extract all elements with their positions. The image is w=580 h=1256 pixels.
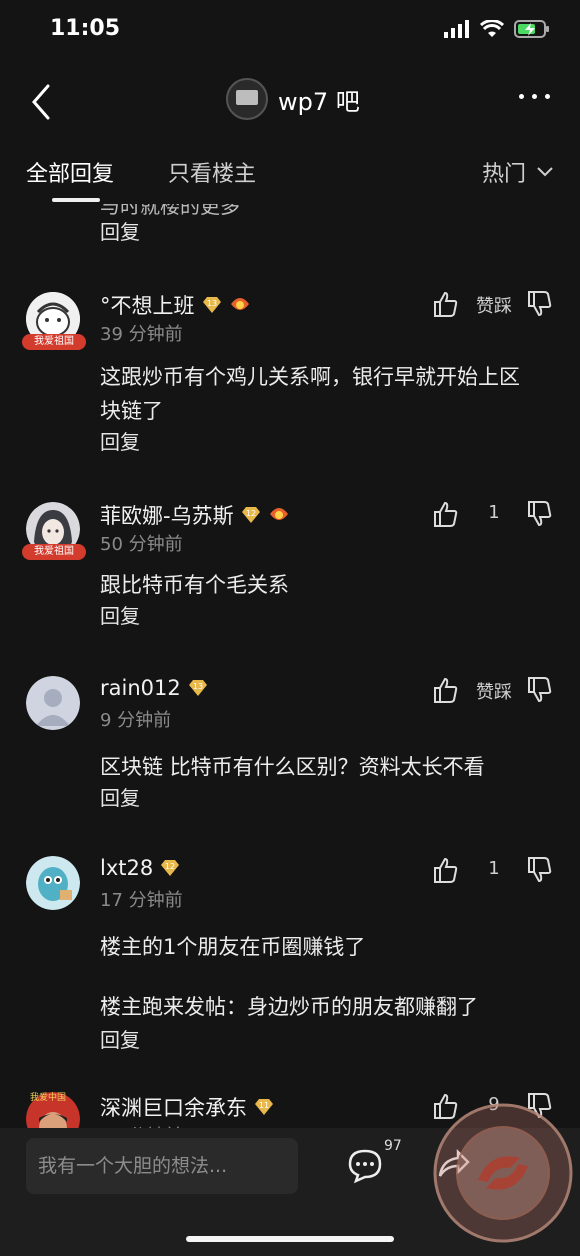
sort-label: 热门 — [481, 162, 526, 187]
reply-tabs: 全部回复 只看楼主 热门 — [0, 142, 580, 204]
comment-time: 39 分钟前 — [100, 324, 183, 345]
level-badge-icon: 11 — [255, 1099, 273, 1115]
fan-badge-icon — [269, 508, 288, 520]
thumbs-up-icon[interactable] — [432, 500, 458, 528]
status-time: 11:05 — [50, 16, 121, 41]
avatar[interactable] — [26, 856, 80, 910]
tab-all-replies[interactable]: 全部回复 — [26, 156, 114, 188]
user-row: 深渊巨口余承东 11 — [100, 1092, 275, 1122]
like-count: 1 — [488, 858, 500, 879]
reply-link[interactable]: 回复 — [100, 216, 140, 245]
wifi-icon — [480, 20, 504, 37]
battery-icon — [514, 20, 549, 38]
vote-label: 赞踩 — [476, 682, 512, 703]
thumbs-down-icon[interactable] — [526, 500, 552, 528]
username[interactable]: 深渊巨口余承东 — [100, 1092, 247, 1122]
thumbs-down-icon[interactable] — [526, 676, 552, 704]
username[interactable]: lxt28 — [100, 856, 153, 880]
level-badge-icon: 13 — [188, 680, 207, 696]
chevron-down-icon — [537, 167, 553, 177]
comment-count: 97 — [384, 1138, 402, 1154]
status-icons — [444, 20, 550, 38]
patriot-badge: 我爱祖国 — [22, 334, 86, 350]
level-badge-icon: 12 — [161, 860, 180, 876]
fan-badge-icon — [230, 298, 249, 310]
watermark-seal — [433, 1103, 573, 1243]
comment-text-line2: 楼主跑来发帖：身边炒币的朋友都赚翻了 — [100, 995, 478, 1019]
back-icon[interactable] — [26, 80, 56, 124]
reply-link[interactable]: 回复 — [100, 782, 140, 811]
reply-link[interactable]: 回复 — [100, 1024, 140, 1053]
level-number: 11 — [259, 1101, 269, 1110]
thumbs-up-icon[interactable] — [432, 856, 458, 884]
active-tab-indicator — [52, 198, 100, 202]
user-row: °不想上班 13 — [100, 290, 251, 320]
vote-actions: 1 — [432, 500, 552, 530]
patriot-banner: 我爱中国 — [30, 1093, 67, 1103]
level-number: 13 — [193, 682, 203, 691]
reply-link[interactable]: 回复 — [100, 426, 140, 455]
username[interactable]: °不想上班 — [100, 290, 195, 320]
comment-text: 这跟炒币有个鸡儿关系啊，银行早就开始上区块链了 — [100, 365, 520, 423]
forum-title-group[interactable]: wp7 吧 — [226, 78, 360, 120]
status-bar: 11:05 — [0, 0, 580, 62]
sort-dropdown[interactable]: 热门 — [482, 156, 554, 188]
level-number: 12 — [245, 509, 255, 518]
like-count: 1 — [488, 502, 500, 523]
more-icon[interactable] — [519, 94, 550, 99]
level-badge-icon: 13 — [202, 297, 221, 313]
thumbs-down-icon[interactable] — [526, 856, 552, 884]
username[interactable]: rain012 — [100, 676, 181, 700]
patriot-badge: 我爱祖国 — [22, 544, 86, 560]
comment-list: 与时就楼的更多 回复 我爱祖国 °不想上班 13 39 分钟前 这跟炒币有个鸡儿 — [0, 204, 580, 1130]
signal-icon — [444, 20, 469, 38]
user-row: lxt28 12 — [100, 856, 181, 880]
vote-label: 赞踩 — [476, 296, 512, 317]
level-number: 12 — [165, 862, 175, 871]
level-number: 13 — [206, 299, 216, 308]
user-row: 菲欧娜-乌苏斯 12 — [100, 500, 290, 530]
user-row: rain012 13 — [100, 676, 209, 700]
comment-text: 楼主的1个朋友在币圈赚钱了 — [100, 935, 366, 959]
comment-input-wrapper[interactable] — [26, 1138, 298, 1194]
reply-link[interactable]: 回复 — [100, 600, 140, 629]
username[interactable]: 菲欧娜-乌苏斯 — [100, 500, 234, 530]
vote-actions: 赞踩 — [432, 290, 552, 320]
level-badge-icon: 12 — [241, 507, 260, 523]
home-indicator — [186, 1236, 394, 1242]
nav-bar: wp7 吧 — [0, 62, 580, 142]
vote-actions: 1 — [432, 856, 552, 886]
comment-time: 17 分钟前 — [100, 890, 183, 911]
comment-time: 9 分钟前 — [100, 710, 172, 731]
comment-time: 50 分钟前 — [100, 534, 183, 555]
forum-title: wp7 吧 — [278, 87, 360, 116]
vote-actions: 赞踩 — [432, 676, 552, 706]
comment-input[interactable] — [26, 1138, 298, 1194]
thumbs-down-icon[interactable] — [526, 290, 552, 318]
comment-text: 区块链 比特币有什么区别？资料太长不看 — [100, 755, 485, 779]
avatar[interactable] — [26, 676, 80, 730]
forum-logo — [226, 78, 268, 120]
tab-owner-only[interactable]: 只看楼主 — [168, 156, 256, 188]
thumbs-up-icon[interactable] — [432, 676, 458, 704]
thumbs-up-icon[interactable] — [432, 290, 458, 318]
comment-icon[interactable] — [346, 1148, 384, 1184]
comment-text: 跟比特币有个毛关系 — [100, 573, 289, 597]
